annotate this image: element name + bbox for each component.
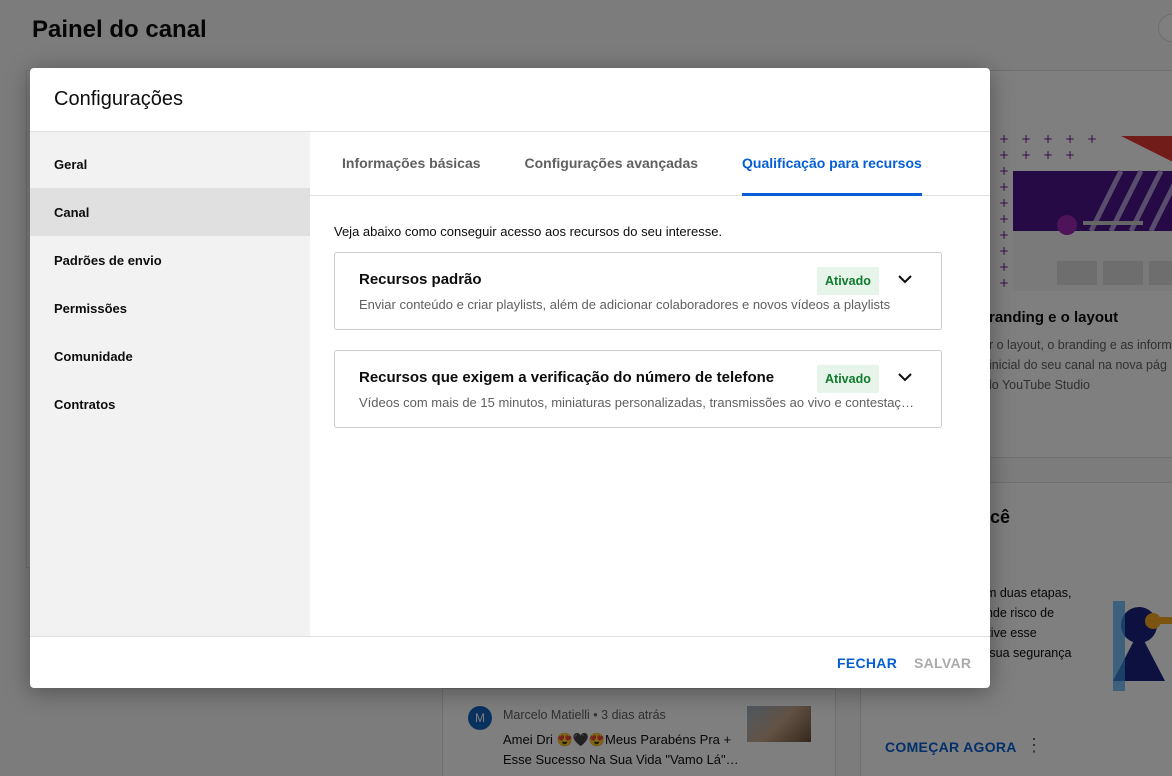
tab-advanced-settings[interactable]: Configurações avançadas bbox=[525, 132, 721, 196]
dialog-header: Configurações bbox=[30, 68, 990, 132]
settings-content: Informações básicas Configurações avança… bbox=[310, 132, 990, 637]
feature-title: Recursos que exigem a verificação do núm… bbox=[359, 369, 775, 386]
feature-title: Recursos padrão bbox=[359, 271, 482, 288]
dialog-footer: FECHAR SALVAR bbox=[30, 636, 990, 688]
sidebar-item-community[interactable]: Comunidade bbox=[30, 332, 310, 380]
chevron-down-icon[interactable] bbox=[893, 267, 917, 291]
intro-text: Veja abaixo como conseguir acesso aos re… bbox=[334, 224, 723, 239]
sidebar-item-upload-defaults[interactable]: Padrões de envio bbox=[30, 236, 310, 284]
sidebar-item-general[interactable]: Geral bbox=[30, 140, 310, 188]
sidebar-item-agreements[interactable]: Contratos bbox=[30, 380, 310, 428]
tab-basic-info[interactable]: Informações básicas bbox=[342, 132, 503, 196]
close-button[interactable]: FECHAR bbox=[837, 655, 897, 671]
feature-description: Vídeos com mais de 15 minutos, miniatura… bbox=[359, 395, 915, 410]
feature-card-phone-verification[interactable]: Recursos que exigem a verificação do núm… bbox=[334, 350, 942, 428]
sidebar-item-permissions[interactable]: Permissões bbox=[30, 284, 310, 332]
save-button[interactable]: SALVAR bbox=[914, 655, 971, 671]
feature-card-standard[interactable]: Recursos padrão Enviar conteúdo e criar … bbox=[334, 252, 942, 330]
settings-sidebar: Geral Canal Padrões de envio Permissões … bbox=[30, 132, 310, 637]
settings-dialog: Configurações Geral Canal Padrões de env… bbox=[30, 68, 990, 688]
dialog-body: Geral Canal Padrões de envio Permissões … bbox=[30, 132, 990, 637]
status-badge: Ativado bbox=[817, 365, 879, 393]
tab-bar: Informações básicas Configurações avança… bbox=[310, 132, 990, 196]
chevron-down-icon[interactable] bbox=[893, 365, 917, 389]
sidebar-item-channel[interactable]: Canal bbox=[30, 188, 310, 236]
status-badge: Ativado bbox=[817, 267, 879, 295]
feature-description: Enviar conteúdo e criar playlists, além … bbox=[359, 297, 891, 312]
dialog-title: Configurações bbox=[54, 88, 183, 110]
tab-feature-eligibility[interactable]: Qualificação para recursos bbox=[742, 132, 922, 196]
